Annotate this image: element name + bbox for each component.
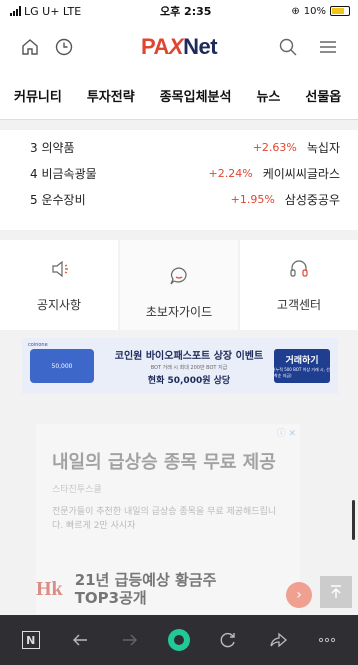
alarm-icon: ⊕ <box>291 5 300 17</box>
coin-amount: 50,000 <box>51 362 73 370</box>
scrollbar[interactable] <box>352 500 355 540</box>
sector-label: 3 의약품 <box>30 139 227 156</box>
scroll-top-button[interactable] <box>320 576 352 608</box>
customer-center-button[interactable]: 고객센터 <box>240 240 358 330</box>
tab-community[interactable]: 커뮤니티 <box>14 86 62 105</box>
battery-percent: 10% <box>303 5 326 17</box>
menu-hamburger-icon[interactable] <box>314 33 342 61</box>
sector-label: 5 운수장비 <box>30 191 205 208</box>
sector-name: 의약품 <box>41 140 75 155</box>
megaphone-icon <box>48 258 70 284</box>
refresh-icon[interactable] <box>213 625 243 655</box>
notice-label: 공지사항 <box>36 297 82 312</box>
hk-logo: Hk <box>36 577 63 600</box>
ad-arrow-button[interactable]: › <box>286 582 312 608</box>
overlay-ad[interactable]: Hk 21년 급등예상 황금주 TOP3공개 <box>36 568 320 610</box>
list-item[interactable]: 4 비금속광물 +2.24% 케이씨씨글라스 <box>30 160 340 186</box>
rank-number: 4 <box>30 166 38 181</box>
banner-brand: coinone <box>28 342 48 348</box>
change-percent: +2.24% <box>208 166 253 180</box>
notice-button[interactable]: 공지사항 <box>0 240 118 330</box>
more-dots-icon[interactable] <box>312 625 342 655</box>
home-icon[interactable] <box>16 33 44 61</box>
sector-name: 운수장비 <box>41 192 86 207</box>
ad-title: 내일의 급상승 종목 무료 제공 <box>52 452 276 473</box>
sector-ranking-list: 3 의약품 +2.63% 녹십자 4 비금속광물 +2.24% 케이씨씨글라스 … <box>0 130 358 230</box>
chat-bubble-icon <box>168 265 190 291</box>
rank-number: 5 <box>30 192 38 207</box>
trade-button[interactable]: 거래하기 (누적 500 BOT 이상 거래 시, 선착순 지급) <box>274 349 330 383</box>
logo-pa: PA <box>140 34 169 59</box>
tab-stock-analysis[interactable]: 종목입체분석 <box>160 86 232 105</box>
coin-card-image: 50,000 <box>30 349 94 383</box>
ad-source: 스타진투스클 <box>52 485 102 495</box>
history-clock-icon[interactable] <box>50 33 78 61</box>
status-bar: LG U+ LTE 오후 2:35 ⊕ 10% <box>0 0 358 22</box>
tab-news[interactable]: 뉴스 <box>256 86 280 105</box>
support-label: 고객센터 <box>276 297 322 312</box>
banner-subline: BOT 거래 시 최대 200만 BOT 지급 <box>150 364 228 371</box>
home-circle-icon[interactable] <box>164 625 194 655</box>
back-arrow-icon[interactable] <box>65 625 95 655</box>
guide-label: 초보자가이드 <box>145 304 213 319</box>
quick-menu: 공지사항 초보자가이드 고객센터 <box>0 240 358 330</box>
status-right: ⊕ 10% <box>291 6 358 17</box>
overlay-ad-text: 21년 급등예상 황금주 TOP3공개 <box>75 571 217 607</box>
banner-text: 코인원 바이오패스포트 상장 이벤트 BOT 거래 시 최대 200만 BOT … <box>104 347 274 386</box>
coinone-banner-ad[interactable]: coinone 50,000 코인원 바이오패스포트 상장 이벤트 BOT 거래… <box>22 338 338 394</box>
sector-name: 비금속광물 <box>41 166 97 181</box>
tab-investment-strategy[interactable]: 투자전략 <box>87 86 135 105</box>
network-label: LTE <box>62 4 82 18</box>
sector-label: 4 비금속광물 <box>30 165 183 182</box>
top-stock-name: 녹십자 <box>306 140 340 155</box>
banner-offer: 현화 50,000원 상당 <box>147 375 231 386</box>
logo-net: Net <box>183 34 218 59</box>
change-percent: +1.95% <box>230 192 275 206</box>
logo-x: X <box>168 34 184 59</box>
top-stock-name: 케이씨씨글라스 <box>262 166 340 181</box>
list-item[interactable]: 5 운수장비 +1.95% 삼성중공우 <box>30 186 340 212</box>
app-header: PAXNet <box>0 22 358 72</box>
ad-choices-icon[interactable]: ⓘ ✕ <box>277 426 296 439</box>
search-icon[interactable] <box>274 33 302 61</box>
trade-button-label: 거래하기 <box>285 356 319 366</box>
rank-number: 3 <box>30 140 38 155</box>
banner-headline: 코인원 바이오패스포트 상장 이벤트 <box>114 350 264 362</box>
trade-button-note: (누적 500 BOT 이상 거래 시, 선착순 지급) <box>274 367 330 378</box>
battery-icon <box>330 6 350 16</box>
overlay-ad-line2: TOP3공개 <box>74 589 147 607</box>
headset-icon <box>288 258 310 284</box>
chevron-right-icon: › <box>296 587 302 603</box>
forward-arrow-icon[interactable] <box>115 625 145 655</box>
arrow-up-icon <box>331 585 341 598</box>
signal-icon <box>10 6 21 16</box>
beginner-guide-button[interactable]: 초보자가이드 <box>120 240 238 330</box>
carrier-label: LG U+ <box>24 4 60 18</box>
category-nav: 커뮤니티 투자전략 종목입체분석 뉴스 선물옵 <box>0 72 358 120</box>
naver-n-icon[interactable]: N <box>16 625 46 655</box>
ad-description: 전문가들이 추천한 내일의 급상승 종목을 무료 제공해드립니다. 빠르게 2만… <box>52 507 277 531</box>
change-percent: +2.63% <box>252 140 297 154</box>
status-time: 오후 2:35 <box>159 5 212 18</box>
tab-futures-options[interactable]: 선물옵 <box>305 86 341 105</box>
share-icon[interactable] <box>263 625 293 655</box>
top-stock-name: 삼성중공우 <box>284 192 340 207</box>
browser-toolbar: N <box>0 615 358 665</box>
list-item[interactable]: 3 의약품 +2.63% 녹십자 <box>30 134 340 160</box>
overlay-ad-line1: 21년 급등예상 황금주 <box>74 571 217 589</box>
